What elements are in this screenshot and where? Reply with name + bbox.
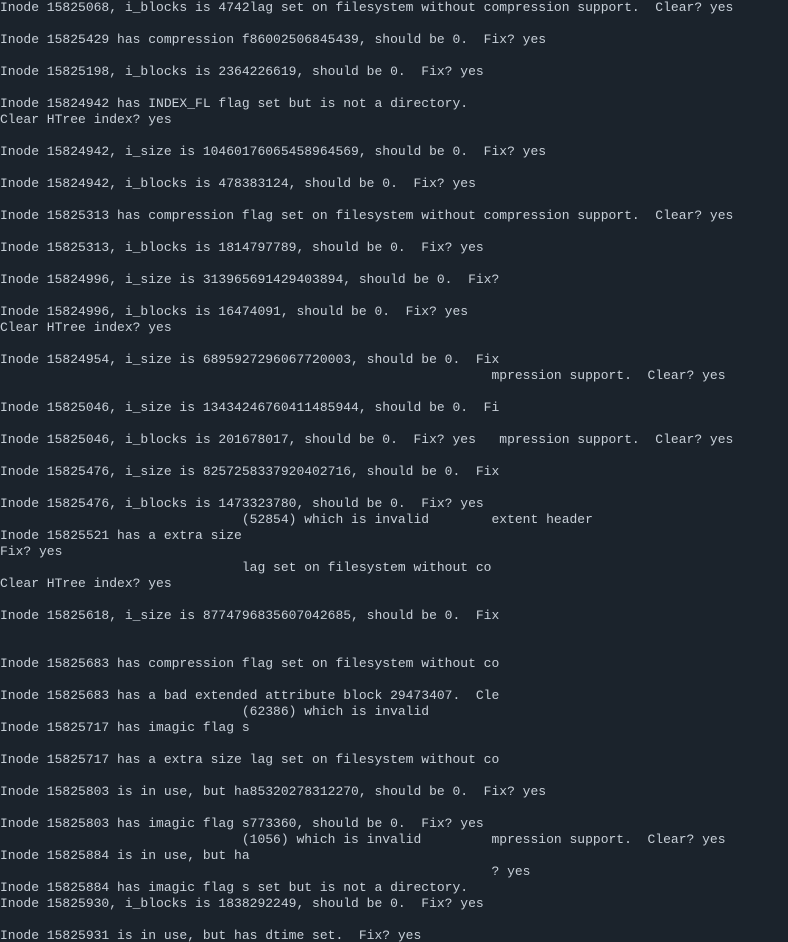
terminal-line [0, 384, 788, 400]
terminal-line [0, 16, 788, 32]
terminal-line [0, 192, 788, 208]
terminal-line [0, 736, 788, 752]
terminal-line: Clear HTree index? yes [0, 576, 788, 592]
terminal-line [0, 160, 788, 176]
terminal-line [0, 224, 788, 240]
terminal-line [0, 288, 788, 304]
terminal-line: (52854) which is invalid extent header [0, 512, 788, 528]
terminal-line: Inode 15825068, i_blocks is 4742lag set … [0, 0, 788, 16]
terminal-line: Inode 15824942, i_size is 10460176065458… [0, 144, 788, 160]
terminal-line: Inode 15825683 has a bad extended attrib… [0, 688, 788, 704]
terminal-line [0, 624, 788, 640]
terminal-line [0, 448, 788, 464]
terminal-line [0, 592, 788, 608]
terminal-line [0, 128, 788, 144]
terminal-line: Inode 15825313, i_blocks is 1814797789, … [0, 240, 788, 256]
terminal-line: Inode 15825476, i_blocks is 1473323780, … [0, 496, 788, 512]
terminal-line: Inode 15825313 has compression flag set … [0, 208, 788, 224]
terminal-line [0, 80, 788, 96]
terminal-line: Inode 15825429 has compression f86002506… [0, 32, 788, 48]
terminal-line: Inode 15824954, i_size is 68959272960677… [0, 352, 788, 368]
terminal-line: mpression support. Clear? yes [0, 368, 788, 384]
terminal-line: Inode 15824996, i_size is 31396569142940… [0, 272, 788, 288]
terminal-line [0, 912, 788, 928]
terminal-line: Inode 15825476, i_size is 82572583379204… [0, 464, 788, 480]
terminal-line: Inode 15824996, i_blocks is 16474091, sh… [0, 304, 788, 320]
terminal-line: Inode 15825930, i_blocks is 1838292249, … [0, 896, 788, 912]
terminal-line [0, 800, 788, 816]
terminal-line: (62386) which is invalid [0, 704, 788, 720]
terminal-line: Inode 15825683 has compression flag set … [0, 656, 788, 672]
terminal-line [0, 672, 788, 688]
terminal-line [0, 256, 788, 272]
terminal-line: Inode 15824942 has INDEX_FL flag set but… [0, 96, 788, 112]
terminal-line: (1056) which is invalid mpression suppor… [0, 832, 788, 848]
terminal-line: Fix? yes [0, 544, 788, 560]
terminal-line [0, 480, 788, 496]
terminal-line: Clear HTree index? yes [0, 320, 788, 336]
terminal-line: Inode 15825046, i_blocks is 201678017, s… [0, 432, 788, 448]
terminal-line: Inode 15825046, i_size is 13434246760411… [0, 400, 788, 416]
terminal-line [0, 336, 788, 352]
terminal-line: Inode 15825884 is in use, but ha [0, 848, 788, 864]
terminal-line: lag set on filesystem without co [0, 560, 788, 576]
terminal-output: Inode 15825068, i_blocks is 4742lag set … [0, 0, 788, 942]
terminal-line: Inode 15825717 has a extra size lag set … [0, 752, 788, 768]
terminal-line: Inode 15825803 is in use, but ha85320278… [0, 784, 788, 800]
terminal-line: Inode 15825521 has a extra size [0, 528, 788, 544]
terminal-line [0, 416, 788, 432]
terminal-line: Inode 15825931 is in use, but has dtime … [0, 928, 788, 942]
terminal-line: ? yes [0, 864, 788, 880]
terminal-line: Inode 15825618, i_size is 87747968356070… [0, 608, 788, 624]
terminal-line: Clear HTree index? yes [0, 112, 788, 128]
terminal-line: Inode 15825198, i_blocks is 2364226619, … [0, 64, 788, 80]
terminal-line: Inode 15825884 has imagic flag s set but… [0, 880, 788, 896]
terminal-line [0, 640, 788, 656]
terminal-line: Inode 15824942, i_blocks is 478383124, s… [0, 176, 788, 192]
terminal-line [0, 48, 788, 64]
terminal-line: Inode 15825803 has imagic flag s773360, … [0, 816, 788, 832]
terminal-line [0, 768, 788, 784]
terminal-line: Inode 15825717 has imagic flag s [0, 720, 788, 736]
